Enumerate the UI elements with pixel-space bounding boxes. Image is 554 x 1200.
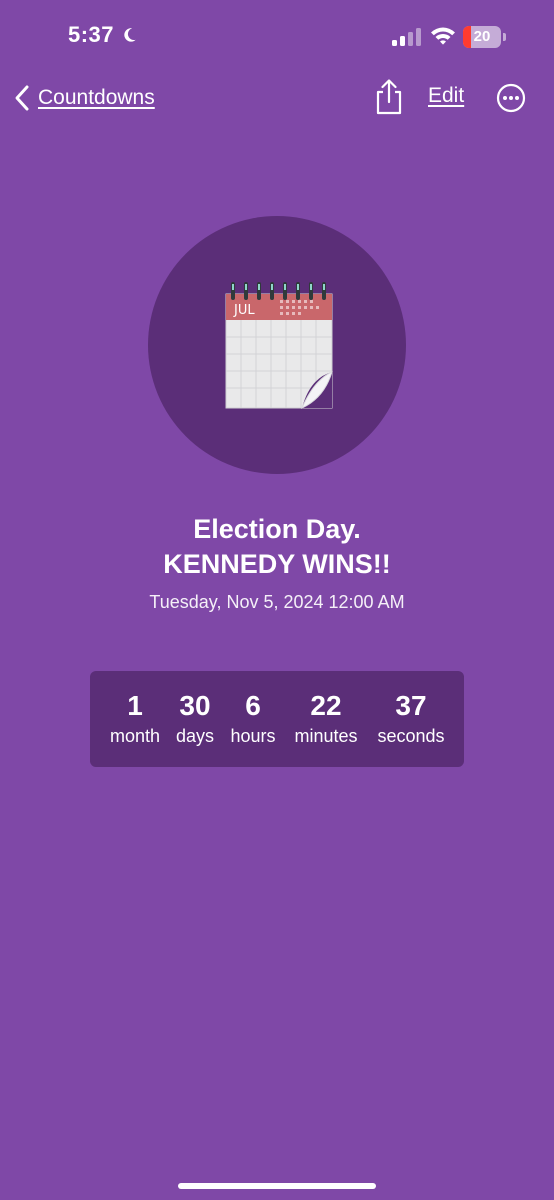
countdown-hours-value: 6: [245, 690, 261, 721]
battery-icon: 20: [463, 26, 507, 48]
back-button-label: Countdowns: [38, 86, 155, 109]
status-bar: 5:37 20: [0, 0, 554, 76]
moon-icon: [124, 28, 136, 42]
countdown-days: 30 days: [172, 689, 218, 749]
countdown-months-label: month: [109, 726, 161, 746]
event-title-line-2: KENNEDY WINS!!: [163, 549, 391, 579]
countdown-months-value: 1: [127, 690, 143, 721]
countdown-minutes: 22 minutes: [288, 689, 364, 749]
event-date: Tuesday, Nov 5, 2024 12:00 AM: [149, 592, 405, 612]
share-icon[interactable]: [374, 78, 404, 116]
countdown-minutes-label: minutes: [294, 726, 358, 746]
event-icon-circle: JUL: [148, 216, 406, 474]
countdown-hours: 6 hours: [226, 689, 280, 749]
calendar-icon: JUL: [225, 282, 333, 409]
edit-button[interactable]: Edit: [428, 84, 464, 108]
battery-cap: [503, 33, 506, 41]
more-icon[interactable]: [496, 83, 526, 113]
event-title-line-1: Election Day.: [193, 514, 361, 544]
countdown-months: 1 month: [106, 689, 164, 749]
home-indicator[interactable]: [178, 1183, 376, 1189]
countdown-seconds: 37 seconds: [372, 689, 450, 749]
event-title: Election Day. KENNEDY WINS!!: [0, 512, 554, 582]
countdown-seconds-value: 37: [395, 690, 427, 721]
status-time: 5:37: [68, 22, 115, 47]
battery-percent: 20: [473, 28, 491, 45]
countdown-days-value: 30: [179, 690, 211, 721]
countdown-hours-label: hours: [230, 726, 276, 746]
countdown-minutes-value: 22: [310, 690, 342, 721]
battery-body: 20: [463, 26, 501, 48]
status-time-group: 5:37: [68, 22, 138, 48]
back-button[interactable]: Countdowns: [14, 80, 155, 116]
wifi-icon: [431, 27, 455, 45]
chevron-left-icon: [15, 85, 29, 111]
signal-icon: [392, 28, 421, 46]
calendar-month: JUL: [233, 303, 255, 318]
countdown-seconds-label: seconds: [377, 726, 445, 746]
countdown-days-label: days: [175, 726, 215, 746]
countdown-panel: 1 month 30 days 6 hours 22 minutes 37 se…: [90, 671, 464, 767]
